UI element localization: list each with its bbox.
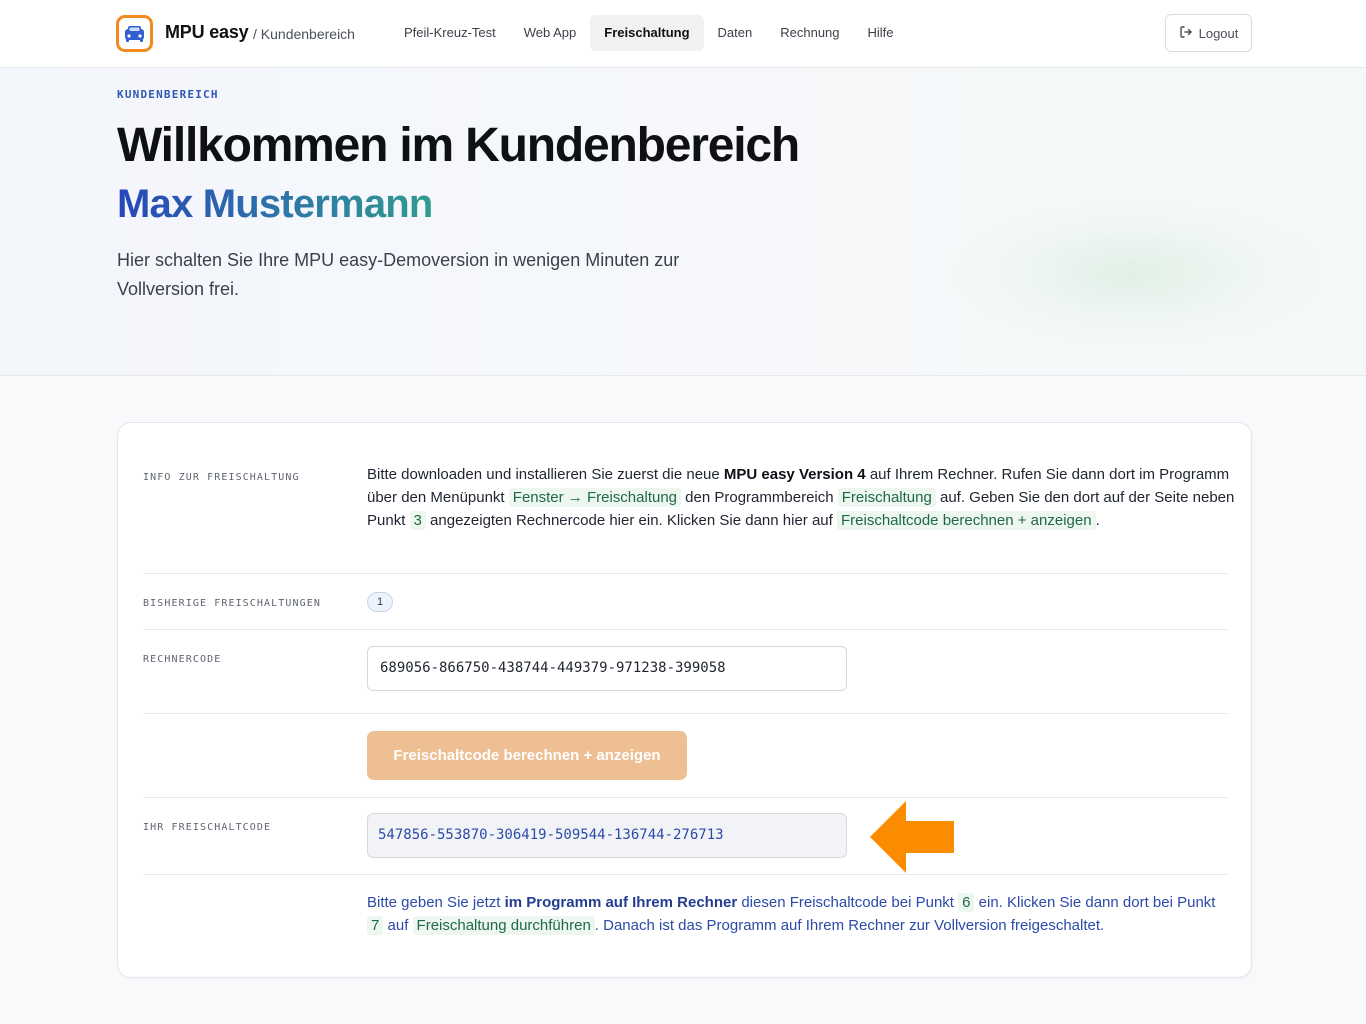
action-name-tag: Freischaltung durchführen	[412, 916, 595, 935]
logout-icon	[1179, 25, 1193, 42]
main-nav: Pfeil-Kreuz-Test Web App Freischaltung D…	[390, 15, 908, 51]
history-count-badge: 1	[367, 592, 393, 612]
divider	[143, 573, 1228, 574]
nav-item-hilfe[interactable]: Hilfe	[854, 15, 908, 51]
step-7-tag: 7	[367, 916, 384, 935]
unlock-card: INFO ZUR FREISCHALTUNG Bitte downloaden …	[117, 422, 1252, 978]
hero-eyebrow: KUNDENBEREICH	[117, 88, 219, 101]
freischaltcode-label: IHR FREISCHALTCODE	[143, 822, 272, 833]
nav-item-pfeil-kreuz-test[interactable]: Pfeil-Kreuz-Test	[390, 15, 510, 51]
divider	[143, 629, 1228, 630]
rechnercode-label: RECHNERCODE	[143, 654, 222, 665]
arrow-left-icon	[870, 801, 954, 878]
divider	[143, 797, 1228, 798]
nav-item-rechnung[interactable]: Rechnung	[766, 15, 853, 51]
customer-name: Max Mustermann	[117, 182, 433, 226]
top-navbar: MPU easy / Kundenbereich Pfeil-Kreuz-Tes…	[0, 0, 1366, 68]
program-area-tag: Freischaltung	[837, 488, 936, 507]
nav-item-web-app[interactable]: Web App	[510, 15, 591, 51]
nav-item-daten[interactable]: Daten	[704, 15, 767, 51]
car-icon[interactable]	[116, 15, 153, 52]
hint-text: Bitte geben Sie jetzt im Programm auf Ih…	[367, 893, 1216, 935]
brand-name[interactable]: MPU easy	[165, 22, 249, 43]
freischaltcode-output[interactable]: 547856-553870-306419-509544-136744-27671…	[367, 813, 847, 858]
step-6-tag: 6	[958, 893, 975, 912]
hero-decoration	[940, 198, 1320, 348]
brand-subtitle: / Kundenbereich	[253, 26, 355, 42]
logout-button[interactable]: Logout	[1165, 14, 1252, 52]
divider	[143, 713, 1228, 714]
step-3-tag: 3	[409, 511, 426, 530]
menu-path-tag: Fenster → Freischaltung	[508, 488, 682, 507]
rechnercode-input[interactable]: 689056-866750-438744-449379-971238-39905…	[367, 646, 847, 691]
divider	[143, 874, 1228, 875]
info-text: Bitte downloaden und installieren Sie zu…	[367, 466, 1235, 530]
hero-lead: Hier schalten Sie Ihre MPU easy-Demovers…	[117, 250, 680, 299]
page-title: Willkommen im Kundenbereich	[117, 119, 800, 172]
info-label: INFO ZUR FREISCHALTUNG	[143, 472, 300, 483]
button-name-tag: Freischaltcode berechnen + anzeigen	[836, 511, 1096, 530]
nav-item-freischaltung[interactable]: Freischaltung	[590, 15, 704, 51]
calculate-code-button[interactable]: Freischaltcode berechnen + anzeigen	[367, 731, 687, 780]
history-label: BISHERIGE FREISCHALTUNGEN	[143, 598, 322, 609]
hero-section: KUNDENBEREICH Willkommen im Kundenbereic…	[0, 68, 1366, 376]
logout-label: Logout	[1198, 25, 1239, 41]
